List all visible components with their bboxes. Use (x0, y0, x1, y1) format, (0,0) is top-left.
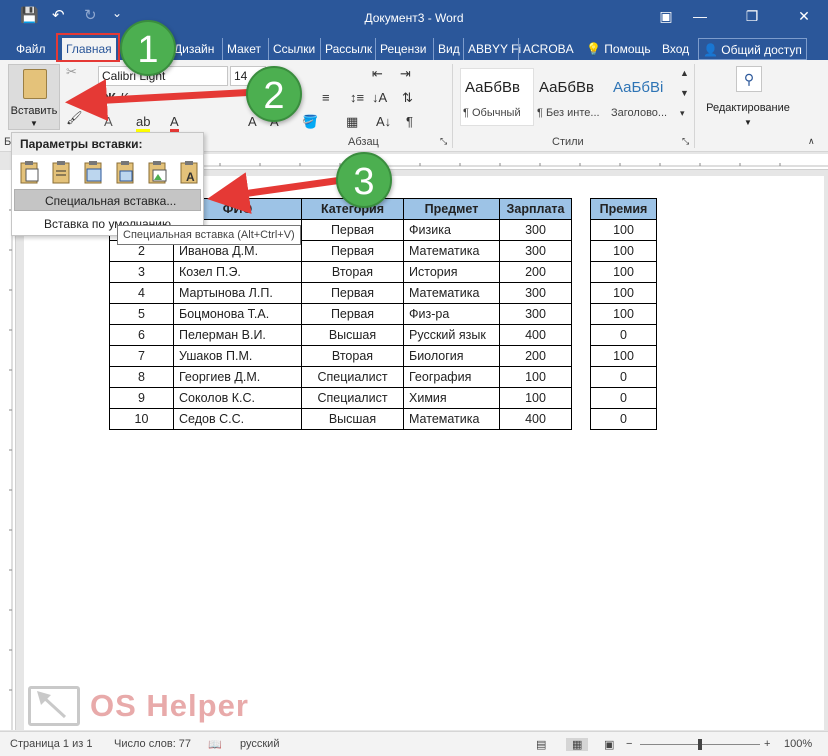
arrow-to-paste (65, 79, 259, 122)
step-3-badge: 3 (336, 152, 392, 208)
step-1-badge: 1 (120, 20, 176, 76)
step-2-badge: 2 (246, 66, 302, 122)
arrow-to-paste-special (207, 172, 343, 214)
annotation-arrows (65, 79, 343, 214)
